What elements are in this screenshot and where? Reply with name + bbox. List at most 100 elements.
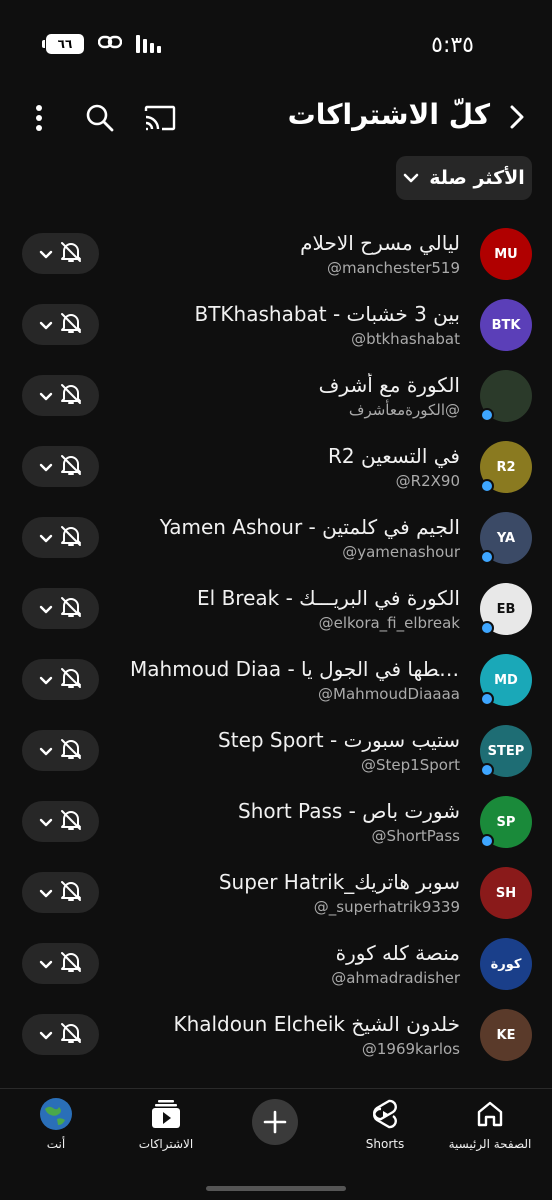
notification-settings-button[interactable] — [22, 943, 99, 984]
page-title: كلّ الاشتراكات — [287, 98, 490, 131]
plus-icon — [263, 1110, 287, 1134]
notification-settings-button[interactable] — [22, 730, 99, 771]
channel-avatar[interactable]: MD — [480, 654, 532, 706]
channel-row[interactable]: الكورة مع أشرف @الكورةمعأشرف — [0, 363, 552, 434]
bell-off-icon — [59, 737, 83, 765]
chevron-down-icon — [39, 812, 53, 831]
channel-name: بين 3 خشبات - BTKhashabat — [194, 302, 460, 326]
channel-avatar[interactable]: SH — [480, 867, 532, 919]
nav-home-label: الصفحة الرئيسية — [448, 1137, 532, 1151]
channel-avatar-image: KE — [480, 1009, 532, 1061]
chevron-down-icon — [39, 244, 53, 263]
channel-avatar-text: MD — [494, 672, 518, 688]
bell-off-icon — [59, 382, 83, 410]
new-content-dot — [480, 408, 494, 422]
search-button[interactable] — [82, 100, 118, 136]
bell-off-icon — [59, 879, 83, 907]
channel-handle: @btkhashabat — [351, 330, 460, 348]
channel-avatar-image: SH — [480, 867, 532, 919]
sort-dropdown[interactable]: الأكثر صلة — [396, 156, 532, 200]
notification-settings-button[interactable] — [22, 659, 99, 700]
cast-icon — [144, 105, 176, 131]
sort-label: الأكثر صلة — [429, 167, 525, 189]
back-button[interactable] — [502, 102, 532, 132]
channel-name: Mahmoud Diaa - حطها في الجول يا... — [130, 657, 460, 681]
new-content-dot — [480, 692, 494, 706]
channel-handle: @ShortPass — [371, 827, 460, 845]
channel-info[interactable]: Step Sport - ستيب سبورت @Step1Sport — [130, 728, 460, 774]
bell-off-icon — [59, 666, 83, 694]
channel-row[interactable]: كورة منصة كله كورة @ahmadradisher — [0, 931, 552, 1002]
channel-avatar[interactable] — [480, 370, 532, 422]
channel-avatar[interactable]: YA — [480, 512, 532, 564]
channel-avatar-image: BTK — [480, 299, 532, 351]
subscriptions-icon — [150, 1095, 182, 1133]
channel-info[interactable]: Short Pass - شورت باص @ShortPass — [130, 799, 460, 845]
channel-avatar-text: SP — [496, 814, 516, 830]
chevron-down-icon — [39, 883, 53, 902]
channel-info[interactable]: منصة كله كورة @ahmadradisher — [130, 941, 460, 987]
channel-row[interactable]: KE Khaldoun Elcheik خلدون الشيخ @1969kar… — [0, 1002, 552, 1073]
nav-subscriptions-label: الاشتراكات — [138, 1137, 194, 1151]
channel-avatar-text: STEP — [487, 743, 525, 759]
cast-button[interactable] — [142, 100, 178, 136]
nav-home[interactable]: الصفحة الرئيسية — [440, 1095, 540, 1151]
bell-off-icon — [59, 950, 83, 978]
channel-row[interactable]: MD Mahmoud Diaa - حطها في الجول يا... @M… — [0, 647, 552, 718]
channel-avatar[interactable]: كورة — [480, 938, 532, 990]
channel-avatar[interactable]: MU — [480, 228, 532, 280]
notification-settings-button[interactable] — [22, 588, 99, 629]
more-options-button[interactable] — [24, 100, 54, 136]
channel-info[interactable]: بين 3 خشبات - BTKhashabat @btkhashabat — [130, 302, 460, 348]
notification-settings-button[interactable] — [22, 304, 99, 345]
channel-row[interactable]: SP Short Pass - شورت باص @ShortPass — [0, 789, 552, 860]
notification-settings-button[interactable] — [22, 446, 99, 487]
nav-subscriptions[interactable]: الاشتراكات — [116, 1095, 216, 1151]
channel-name: Step Sport - ستيب سبورت — [218, 728, 460, 752]
channel-info[interactable]: R2 في التسعين @R2X90 — [130, 444, 460, 490]
notification-settings-button[interactable] — [22, 801, 99, 842]
notification-settings-button[interactable] — [22, 872, 99, 913]
channel-info[interactable]: ليالي مسرح الاحلام @manchester519 — [130, 231, 460, 277]
channel-avatar[interactable]: BTK — [480, 299, 532, 351]
nav-you[interactable]: أنت — [6, 1095, 106, 1151]
channel-avatar[interactable]: SP — [480, 796, 532, 848]
bell-off-icon — [59, 808, 83, 836]
channel-handle: @R2X90 — [395, 472, 460, 490]
channel-row[interactable]: BTK بين 3 خشبات - BTKhashabat @btkhashab… — [0, 292, 552, 363]
notification-settings-button[interactable] — [22, 375, 99, 416]
channel-info[interactable]: El Break - الكورة في البريـــك @elkora_f… — [130, 586, 460, 632]
channel-row[interactable]: EB El Break - الكورة في البريـــك @elkor… — [0, 576, 552, 647]
notification-settings-button[interactable] — [22, 233, 99, 274]
new-content-dot — [480, 479, 494, 493]
channel-row[interactable]: STEP Step Sport - ستيب سبورت @Step1Sport — [0, 718, 552, 789]
chevron-down-icon — [39, 1025, 53, 1044]
notification-settings-button[interactable] — [22, 1014, 99, 1055]
shorts-icon — [371, 1095, 399, 1133]
channel-handle: @1969karlos — [361, 1040, 460, 1058]
nav-shorts-label: Shorts — [365, 1137, 405, 1151]
bell-off-icon — [59, 240, 83, 268]
channel-handle: @الكورةمعأشرف — [348, 401, 460, 419]
channel-info[interactable]: Khaldoun Elcheik خلدون الشيخ @1969karlos — [130, 1012, 460, 1058]
notification-settings-button[interactable] — [22, 517, 99, 558]
channel-row[interactable]: SH Super Hatrik_سوبر هاتريك @_superhatri… — [0, 860, 552, 931]
bell-off-icon — [59, 595, 83, 623]
channel-avatar[interactable]: STEP — [480, 725, 532, 777]
profile-avatar-icon — [39, 1095, 73, 1133]
channel-info[interactable]: Super Hatrik_سوبر هاتريك @_superhatrik93… — [130, 870, 460, 916]
chevron-down-icon — [39, 315, 53, 334]
channel-avatar[interactable]: R2 — [480, 441, 532, 493]
channel-row[interactable]: YA Yamen Ashour - الجيم في كلمتين @yamen… — [0, 505, 552, 576]
channel-info[interactable]: الكورة مع أشرف @الكورةمعأشرف — [130, 373, 460, 419]
channel-info[interactable]: Mahmoud Diaa - حطها في الجول يا... @Mahm… — [130, 657, 460, 703]
channel-avatar[interactable]: EB — [480, 583, 532, 635]
chevron-down-icon — [39, 670, 53, 689]
channel-row[interactable]: MU ليالي مسرح الاحلام @manchester519 — [0, 221, 552, 292]
channel-info[interactable]: Yamen Ashour - الجيم في كلمتين @yamenash… — [130, 515, 460, 561]
create-button[interactable] — [252, 1099, 298, 1145]
bell-off-icon — [59, 311, 83, 339]
nav-shorts[interactable]: Shorts — [335, 1095, 435, 1151]
channel-avatar[interactable]: KE — [480, 1009, 532, 1061]
channel-row[interactable]: R2 R2 في التسعين @R2X90 — [0, 434, 552, 505]
